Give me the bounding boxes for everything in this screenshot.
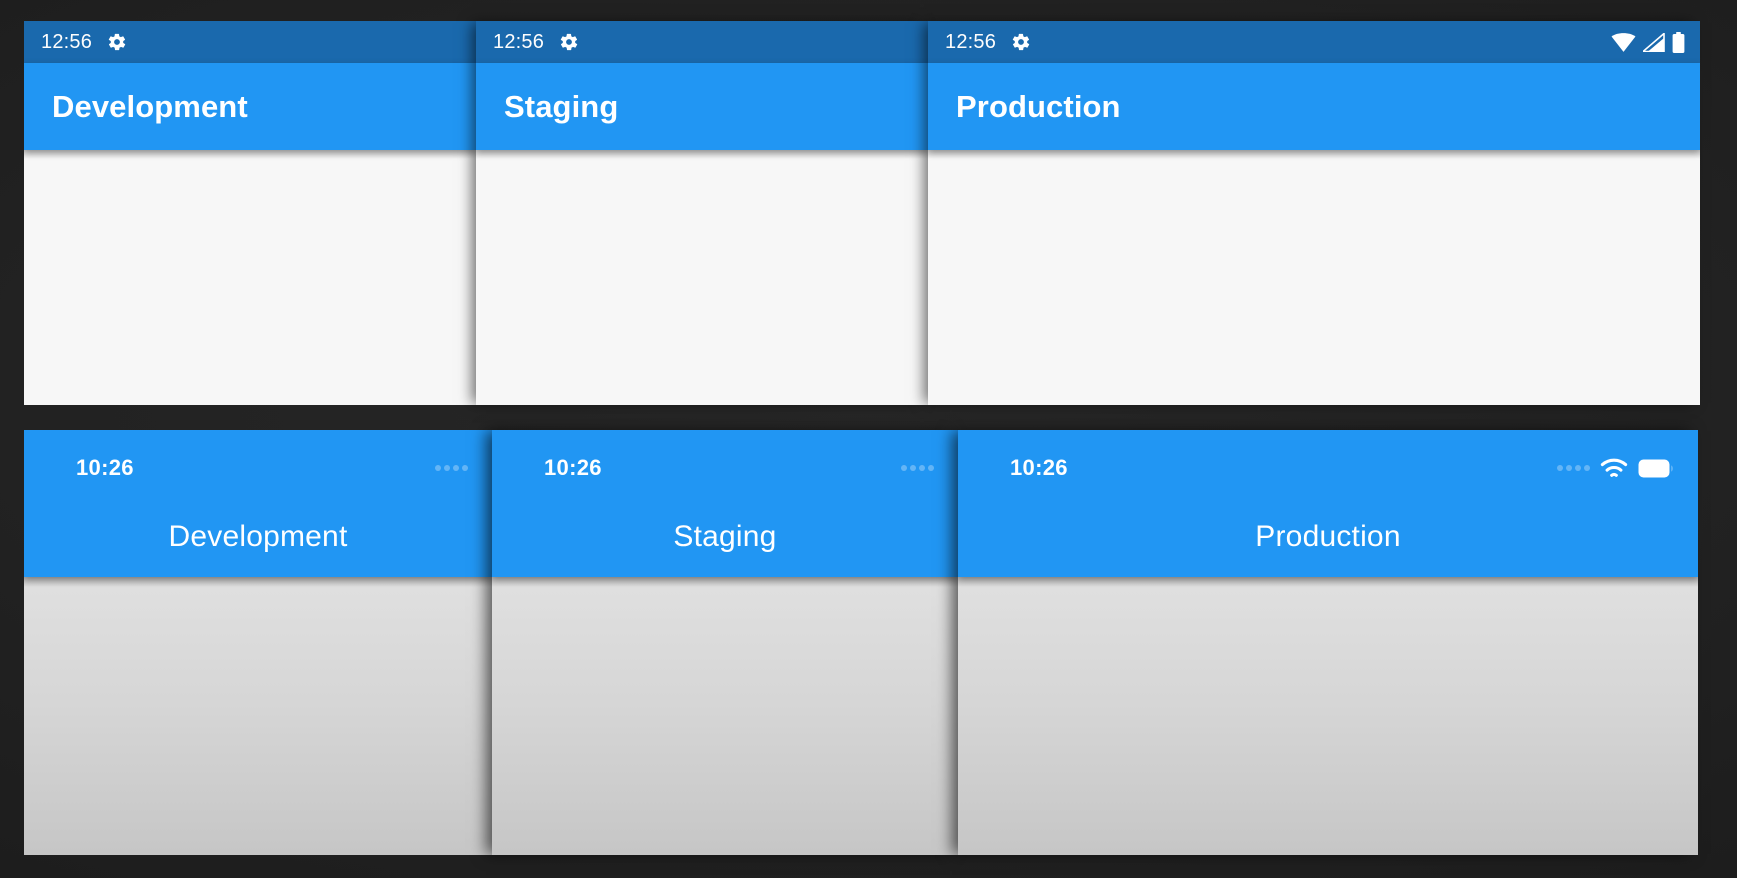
gear-icon[interactable] [559,32,579,52]
ios-nav-title-wrap: Development [24,522,492,552]
android-status-bar: 12:56 [476,21,928,63]
battery-icon [1638,459,1674,478]
android-status-bar: 12:56 [24,21,476,63]
ios-screens-row: 10:26 Development 10:26 Staging 10:26 Pr… [24,430,1698,855]
status-bar-clock: 12:56 [493,31,545,53]
status-bar-clock: 12:56 [41,31,93,53]
app-bar-title: Development [52,89,248,124]
android-status-icon-group [1611,31,1687,53]
ios-status-bar: 10:26 [492,454,958,482]
ios-content-area [958,577,1698,855]
android-panel-staging: 12:56 Staging [476,21,928,405]
ios-nav-bar: 10:26 Staging [492,430,958,577]
cellular-signal-dots-icon [1557,465,1590,471]
android-panel-development: 12:56 Development [24,21,476,405]
status-bar-clock: 12:56 [945,31,997,53]
android-content-area [24,150,476,405]
nav-bar-title: Development [168,520,348,553]
android-content-area [476,150,928,405]
gear-icon[interactable] [1011,32,1031,52]
android-content-area [928,150,1700,405]
battery-icon [1672,31,1685,53]
status-bar-clock: 10:26 [1010,455,1068,480]
gear-icon[interactable] [107,32,127,52]
ios-status-bar: 10:26 [958,454,1698,482]
ios-status-icon-group [1557,458,1674,479]
ios-nav-bar: 10:26 Development [24,430,492,577]
android-screens-row: 12:56 Development 12:56 Staging 12:56 Pr… [24,21,1700,405]
status-bar-clock: 10:26 [76,455,134,480]
android-app-bar: Staging [476,63,928,150]
ios-content-area [24,577,492,855]
ios-panel-production: 10:26 Production [958,430,1698,855]
app-bar-title: Production [956,89,1121,124]
nav-bar-title: Production [1255,520,1401,553]
android-app-bar: Production [928,63,1700,150]
android-status-bar: 12:56 [928,21,1700,63]
ios-nav-title-wrap: Staging [492,522,958,552]
ios-nav-bar: 10:26 Production [958,430,1698,577]
ios-panel-development: 10:26 Development [24,430,492,855]
screenshot-canvas: 12:56 Development 12:56 Staging 12:56 Pr… [0,0,1737,878]
ios-nav-title-wrap: Production [958,522,1698,552]
cellular-signal-dots-icon [435,465,468,471]
nav-bar-title: Staging [673,520,777,553]
status-bar-clock: 10:26 [544,455,602,480]
ios-panel-staging: 10:26 Staging [492,430,958,855]
ios-content-area [492,577,958,855]
ios-status-icon-group [901,465,934,471]
wifi-icon [1600,458,1628,479]
cellular-signal-dots-icon [901,465,934,471]
cellular-signal-icon [1643,32,1665,52]
wifi-icon [1611,32,1636,52]
app-bar-title: Staging [504,89,619,124]
android-app-bar: Development [24,63,476,150]
android-panel-production: 12:56 Production [928,21,1700,405]
ios-status-icon-group [435,465,468,471]
ios-status-bar: 10:26 [24,454,492,482]
